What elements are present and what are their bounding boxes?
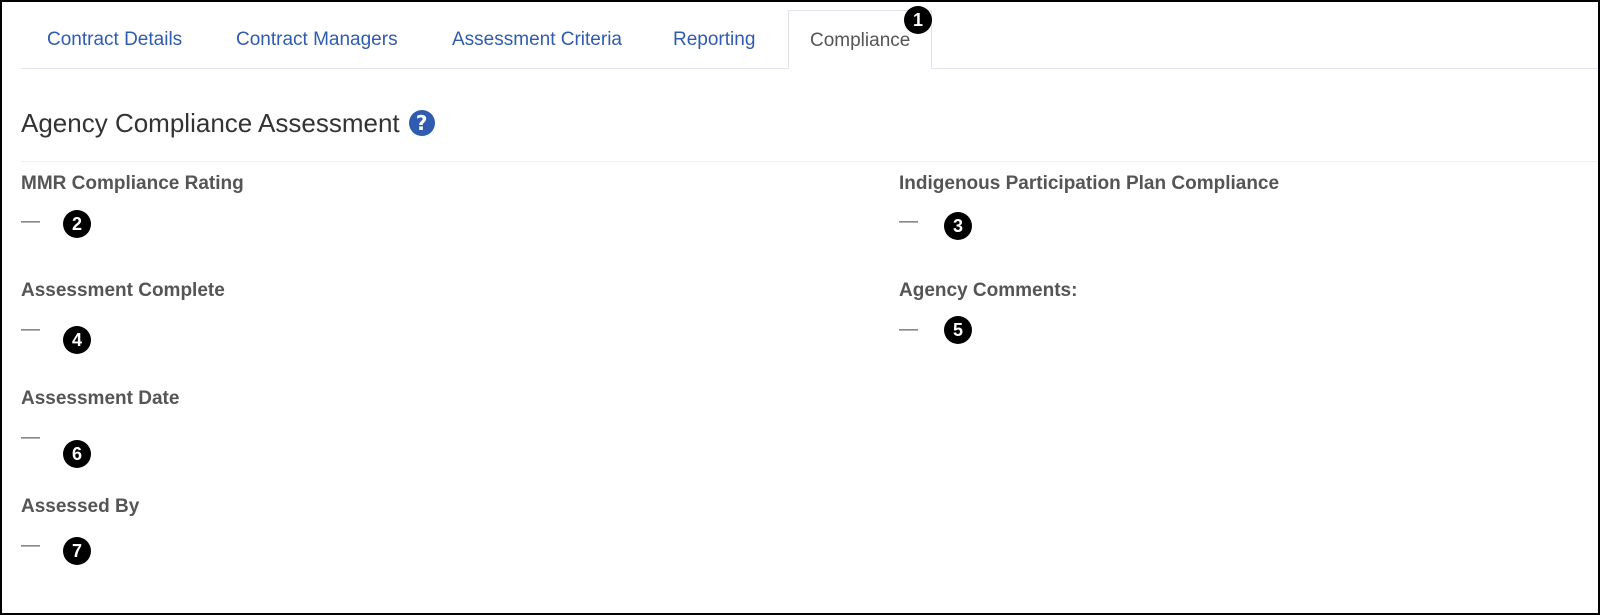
help-icon[interactable]: ? <box>408 110 435 136</box>
ipp-compliance-value: — <box>899 211 918 232</box>
tab-assessment-criteria[interactable]: Assessment Criteria <box>452 10 622 68</box>
callout-marker: 7 <box>63 537 91 565</box>
callout-marker: 2 <box>63 210 91 238</box>
callout-marker: 5 <box>944 316 972 344</box>
agency-comments-label: Agency Comments: <box>899 280 1078 301</box>
callout-marker: 4 <box>63 326 91 354</box>
compliance-panel: Contract Details Contract Managers Asses… <box>0 0 1600 615</box>
page-title: Agency Compliance Assessment <box>21 107 400 138</box>
tab-bar: Contract Details Contract Managers Asses… <box>21 10 1598 69</box>
mmr-compliance-rating-value: — <box>21 211 40 232</box>
assessment-date-label: Assessment Date <box>21 388 180 409</box>
ipp-compliance-label: Indigenous Participation Plan Compliance <box>899 173 1280 194</box>
assessed-by-label: Assessed By <box>21 496 140 517</box>
tab-contract-details[interactable]: Contract Details <box>47 10 182 68</box>
assessment-complete-value: — <box>21 319 40 340</box>
tab-reporting[interactable]: Reporting <box>673 10 755 68</box>
callout-marker: 6 <box>63 440 91 468</box>
assessed-by-value: — <box>21 535 40 556</box>
section-header: Agency Compliance Assessment ? <box>21 103 435 143</box>
divider <box>21 161 1598 162</box>
agency-comments-value: — <box>899 319 918 340</box>
callout-marker: 3 <box>944 212 972 240</box>
assessment-complete-label: Assessment Complete <box>21 280 225 301</box>
tab-contract-managers[interactable]: Contract Managers <box>236 10 398 68</box>
mmr-compliance-rating-label: MMR Compliance Rating <box>21 173 244 194</box>
assessment-date-value: — <box>21 427 40 448</box>
callout-marker: 1 <box>904 6 932 34</box>
